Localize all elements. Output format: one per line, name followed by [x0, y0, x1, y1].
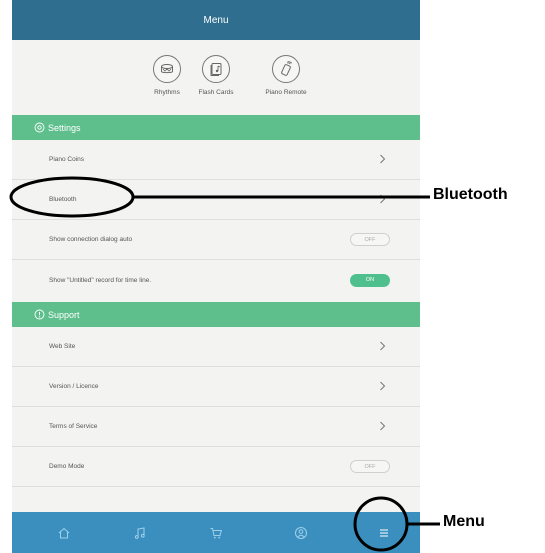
annotation-overlay [9, 176, 440, 552]
bluetooth-callout-ellipse [9, 176, 135, 218]
menu-callout-label: Menu [443, 513, 485, 530]
menu-callout-circle [353, 496, 409, 552]
bluetooth-callout-label: Bluetooth [433, 186, 508, 203]
